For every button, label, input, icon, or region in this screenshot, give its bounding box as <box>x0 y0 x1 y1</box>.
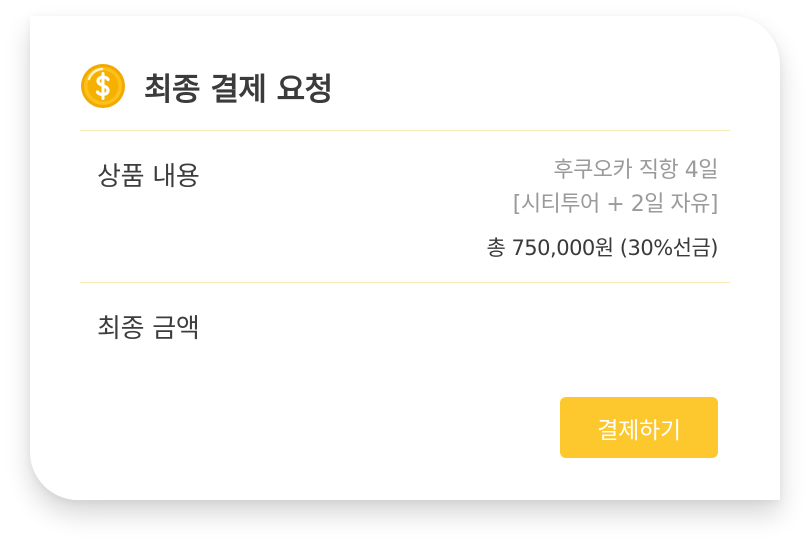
product-price: 총 750,000원 (30%선금) <box>486 236 718 260</box>
pay-button[interactable]: 결제하기 <box>560 397 718 458</box>
product-name: 후쿠오카 직항 4일 <box>553 158 718 183</box>
divider <box>80 130 730 131</box>
product-label: 상품 내용 <box>97 162 200 192</box>
product-options: [시티투어 + 2일 자유] <box>512 192 719 217</box>
page-title: 최종 결제 요청 <box>144 71 333 108</box>
final-amount-label: 최종 금액 <box>97 314 200 344</box>
coin-dollar-icon <box>81 64 125 108</box>
payment-request-card: 최종 결제 요청 상품 내용 후쿠오카 직항 4일 [시티투어 + 2일 자유]… <box>30 16 780 500</box>
card-header: 최종 결제 요청 <box>80 62 333 110</box>
divider <box>80 282 730 283</box>
